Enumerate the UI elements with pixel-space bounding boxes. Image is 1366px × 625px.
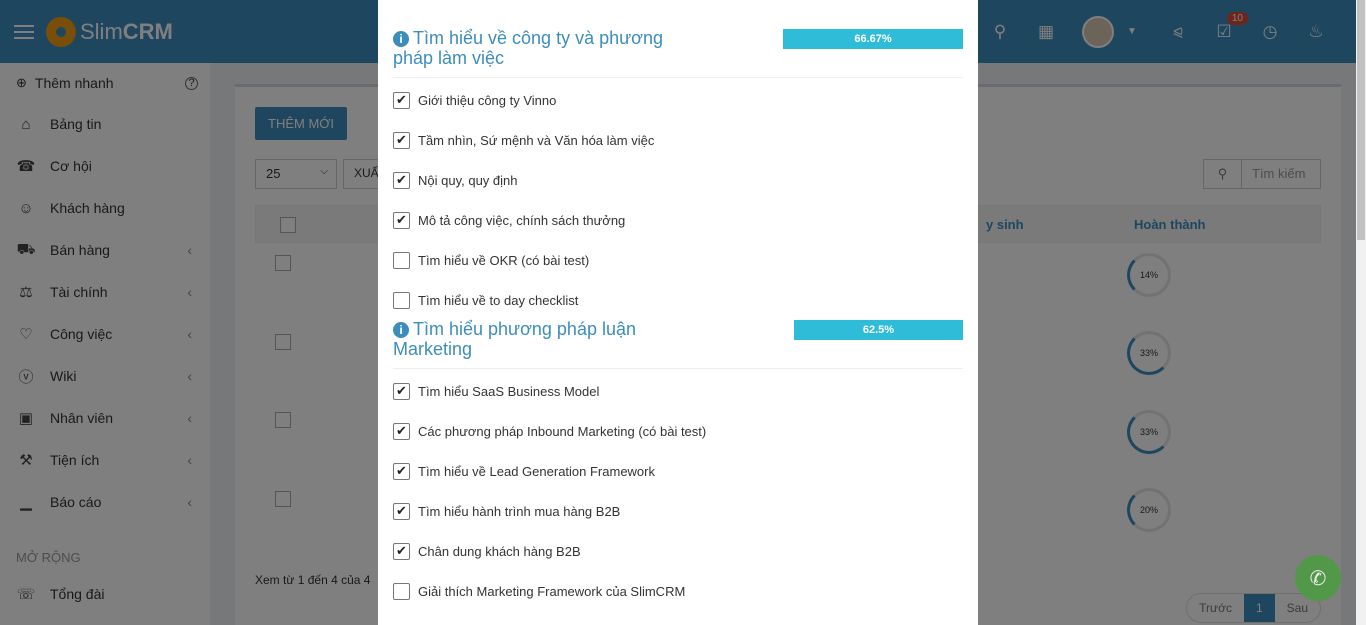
checklist-section: i Tìm hiểu phương pháp luận Marketing 62.5… [393, 319, 963, 600]
checklist-item-label: Mô tả công việc, chính sách thưởng [418, 212, 626, 228]
progress-bar: 62.5% [794, 320, 963, 340]
checklist-item-label: Tìm hiểu SaaS Business Model [418, 383, 600, 399]
section-progress: 66.67% [783, 29, 963, 49]
checkbox-checked[interactable]: ✔ [393, 462, 410, 480]
section-title: i Tìm hiểu về công ty và phương pháp làm … [393, 28, 683, 68]
checkbox-checked[interactable]: ✔ [393, 382, 410, 400]
checklist-item-label: Nội quy, quy định [418, 172, 518, 188]
checklist-item[interactable]: ✔ Tìm hiểu hành trình mua hàng B2B [393, 501, 620, 521]
checklist-item[interactable]: ✔ Tìm hiểu về Lead Generation Framework [393, 461, 655, 481]
info-icon: i [393, 322, 409, 338]
checklist-item[interactable]: Tìm hiểu về to day checklist [393, 290, 578, 310]
checklist-item-label: Tìm hiểu về Lead Generation Framework [418, 463, 655, 479]
progress-bar: 66.67% [783, 29, 963, 49]
checklist-item-label: Chân dung khách hàng B2B [418, 543, 581, 559]
checkbox-unchecked[interactable] [393, 251, 410, 269]
section-title-text: Tìm hiểu phương pháp luận Marketing [393, 319, 636, 359]
checkbox-checked[interactable]: ✔ [393, 211, 410, 229]
checkbox-checked[interactable]: ✔ [393, 542, 410, 560]
checkbox-unchecked[interactable] [393, 582, 410, 600]
checklist-item[interactable]: ✔ Tìm hiểu SaaS Business Model [393, 381, 599, 401]
section-title: i Tìm hiểu phương pháp luận Marketing [393, 319, 683, 359]
phone-icon: ✆ [1309, 567, 1327, 590]
checklist-item-label: Tầm nhìn, Sứ mệnh và Văn hóa làm việc [418, 132, 655, 148]
checkbox-unchecked[interactable] [393, 291, 410, 309]
checklist-item[interactable]: ✔ Mô tả công việc, chính sách thưởng [393, 210, 625, 230]
checklist-item-label: Giải thích Marketing Framework của SlimC… [418, 583, 686, 599]
page-scrollbar[interactable] [1356, 0, 1366, 625]
checkbox-checked[interactable]: ✔ [393, 91, 410, 109]
checkbox-checked[interactable]: ✔ [393, 171, 410, 189]
checklist-item-label: Tìm hiểu về OKR (có bài test) [418, 252, 590, 268]
onboarding-checklist-modal: i Tìm hiểu về công ty và phương pháp làm … [378, 0, 978, 625]
checklist-item[interactable]: Giải thích Marketing Framework của SlimC… [393, 581, 685, 601]
section-title-text: Tìm hiểu về công ty và phương pháp làm v… [393, 28, 663, 68]
scrollbar-thumb[interactable] [1357, 0, 1365, 240]
checklist-item[interactable]: ✔ Chân dung khách hàng B2B [393, 541, 581, 561]
checklist-item-label: Các phương pháp Inbound Marketing (có bà… [418, 423, 707, 439]
checklist-item[interactable]: ✔ Giới thiệu công ty Vinno [393, 90, 556, 110]
info-icon: i [393, 31, 409, 47]
call-button[interactable]: ✆ [1295, 555, 1341, 601]
checklist-item[interactable]: ✔ Các phương pháp Inbound Marketing (có b… [393, 421, 706, 441]
checklist-item-label: Tìm hiểu về to day checklist [418, 292, 579, 308]
checkbox-checked[interactable]: ✔ [393, 502, 410, 520]
section-header: i Tìm hiểu phương pháp luận Marketing 62.5… [393, 319, 963, 369]
checklist-item-label: Giới thiệu công ty Vinno [418, 92, 557, 108]
checklist-item[interactable]: ✔ Tầm nhìn, Sứ mệnh và Văn hóa làm việc [393, 130, 654, 150]
checklist-item-label: Tìm hiểu hành trình mua hàng B2B [418, 503, 621, 519]
checklist-item[interactable]: Tìm hiểu về OKR (có bài test) [393, 250, 589, 270]
checklist-section: i Tìm hiểu về công ty và phương pháp làm … [393, 28, 963, 309]
checklist-item[interactable]: ✔ Nội quy, quy định [393, 170, 518, 190]
section-header: i Tìm hiểu về công ty và phương pháp làm … [393, 28, 963, 78]
section-progress: 62.5% [794, 320, 963, 340]
checkbox-checked[interactable]: ✔ [393, 131, 410, 149]
checkbox-checked[interactable]: ✔ [393, 422, 410, 440]
